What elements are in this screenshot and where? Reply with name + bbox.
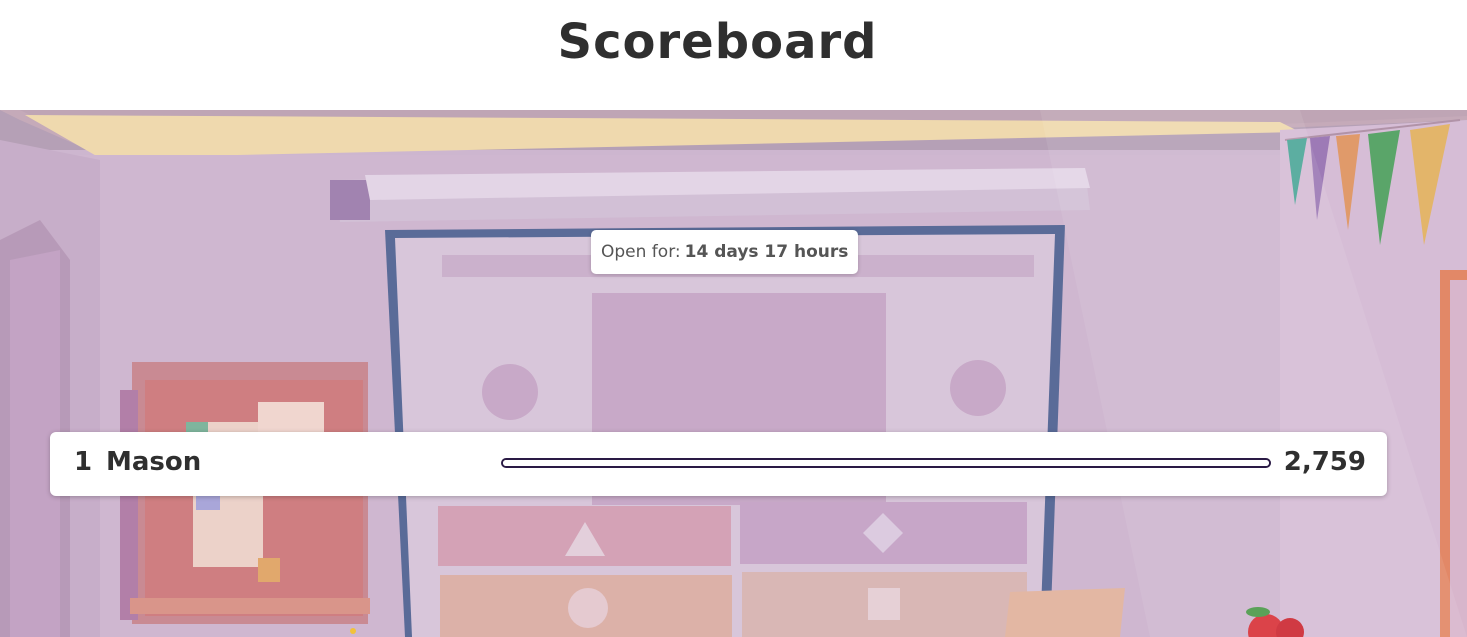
score-progress-bar	[501, 458, 1271, 468]
score-progress-fill	[503, 460, 1269, 466]
classroom-illustration	[0, 110, 1467, 637]
classroom-background	[0, 110, 1467, 637]
player-name: Mason	[106, 447, 202, 477]
player-rank: 1	[74, 447, 93, 477]
page-title: Scoreboard	[557, 14, 878, 70]
timer-value: 14 days 17 hours	[684, 242, 849, 262]
open-duration-badge: Open for: 14 days 17 hours	[591, 230, 859, 274]
player-score: 2,759	[1283, 447, 1366, 477]
header: Scoreboard	[0, 0, 1467, 110]
timer-label: Open for:	[601, 242, 681, 262]
leaderboard-row: 1 Mason 2,759	[50, 432, 1387, 496]
